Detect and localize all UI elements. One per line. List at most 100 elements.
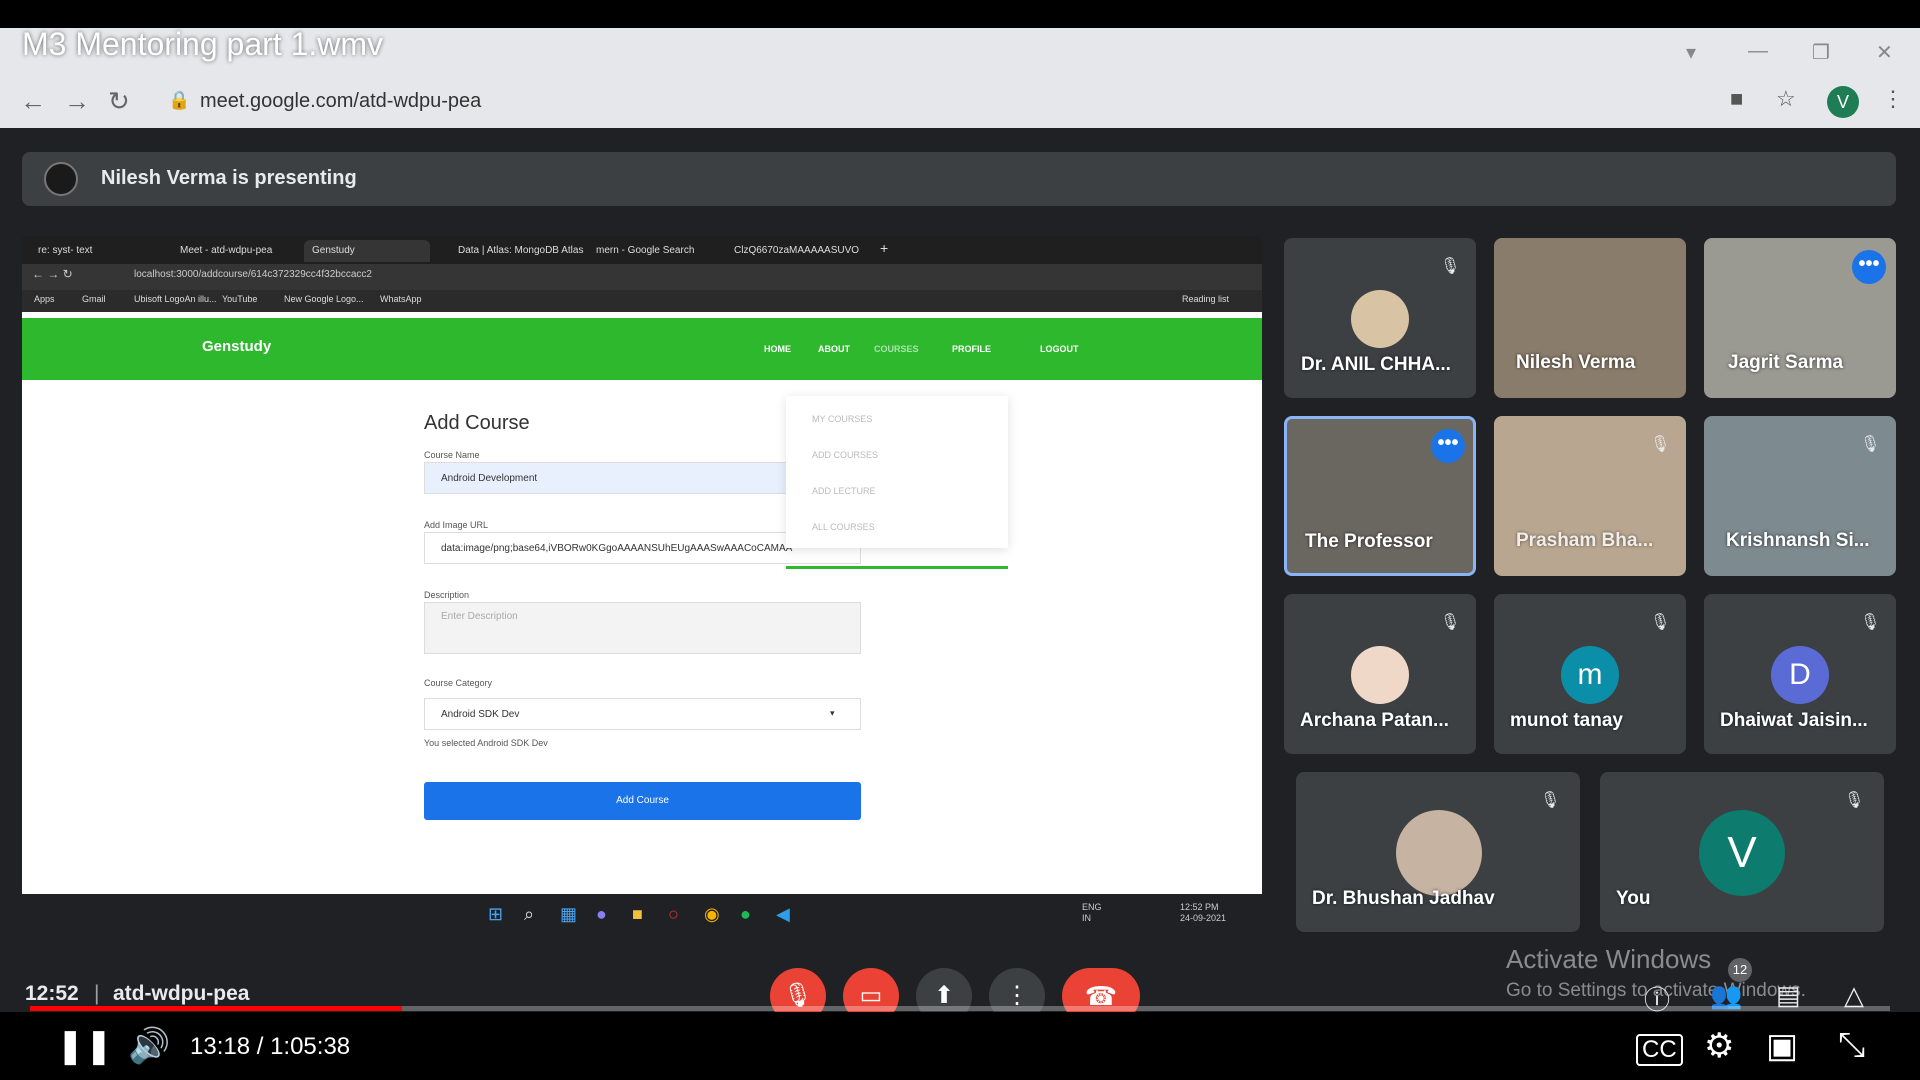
star-icon[interactable]: ☆ (1776, 86, 1796, 112)
more-options-icon[interactable]: ••• (1852, 250, 1886, 284)
chat-icon: ● (596, 904, 607, 924)
dropdown-item: ADD COURSES (812, 450, 879, 460)
video-title: M3 Mentoring part 1.wmv (22, 26, 384, 62)
participant-name: Dr. Bhushan Jadhav (1312, 888, 1495, 909)
participant-tile-active-speaker[interactable]: ••• The Professor (1284, 416, 1476, 576)
more-options-icon[interactable]: ••• (1431, 429, 1465, 463)
lock-icon: 🔒 (168, 90, 191, 110)
description-field: Enter Description (424, 602, 861, 654)
category-label: Course Category (424, 678, 493, 688)
bookmark: New Google Logo... (284, 294, 364, 304)
reload-icon[interactable]: ↻ (108, 86, 130, 117)
taskbar-date: 24-09-2021 (1180, 913, 1227, 923)
forward-icon[interactable]: → (64, 86, 90, 117)
activate-windows-title: Activate Windows (1506, 944, 1712, 974)
chrome-icon: ◉ (704, 904, 720, 924)
vscode-icon: ◀ (776, 904, 790, 924)
presenter-avatar (44, 162, 78, 196)
participant-name: Archana Patan... (1300, 710, 1449, 731)
participant-name: You (1616, 888, 1651, 909)
restore-icon[interactable]: ❐ (1812, 40, 1830, 65)
participant-tile-self[interactable]: V 🎙 You (1600, 772, 1884, 932)
bookmark: Ubisoft LogoAn illu... (134, 294, 217, 304)
bookmark: Gmail (82, 294, 106, 304)
meeting-code: atd-wdpu-pea (113, 982, 250, 1005)
participant-name: munot tanay (1510, 710, 1623, 731)
people-count-badge: 12 (1728, 958, 1752, 982)
participant-tile[interactable]: 🎙 Dr. Bhushan Jadhav (1296, 772, 1580, 932)
description-label: Description (424, 590, 470, 600)
image-url-label: Add Image URL (424, 520, 489, 530)
participant-name: The Professor (1305, 531, 1433, 552)
dropdown-item: ADD LECTURE (812, 486, 876, 496)
mic-off-icon: 🎙 (1860, 436, 1881, 453)
widgets-icon: ▦ (560, 904, 578, 924)
lang-line: IN (1082, 913, 1091, 923)
participant-avatar (1351, 290, 1409, 348)
mic-off-icon: 🎙 (1440, 614, 1461, 631)
inner-new-tab-icon: + (880, 240, 889, 256)
genstudy-nav-item: COURSES (874, 344, 919, 354)
category-note: You selected Android SDK Dev (424, 738, 548, 748)
url-text[interactable]: meet.google.com/atd-wdpu-pea (200, 90, 481, 113)
presenting-text: Nilesh Verma is presenting (101, 167, 357, 189)
inner-tab: Meet - atd-wdpu-pea (180, 245, 273, 256)
course-name-label: Course Name (424, 450, 480, 460)
back-icon[interactable]: ← (20, 86, 46, 117)
add-course-button: Add Course (424, 782, 861, 820)
inner-url: localhost:3000/addcourse/614c372329cc4f3… (134, 269, 372, 280)
minimize-icon[interactable]: — (1748, 40, 1768, 63)
taskbar-language: ENG IN (1082, 902, 1102, 924)
settings-icon[interactable]: ⚙ (1704, 1026, 1734, 1066)
participant-name: Dr. ANIL CHHA... (1301, 354, 1451, 375)
profile-avatar[interactable]: V (1827, 86, 1859, 118)
participant-tile[interactable]: 🎙 Archana Patan... (1284, 594, 1476, 754)
meeting-clock: 12:52 (25, 982, 79, 1005)
dropdown-underline (786, 566, 1008, 569)
inner-tab-active: Genstudy (304, 240, 430, 262)
close-icon[interactable]: ✕ (1876, 40, 1893, 65)
participant-name: Prasham Bha... (1516, 530, 1654, 551)
participant-avatar (1351, 646, 1409, 704)
reading-list: Reading list (1182, 294, 1230, 304)
search-icon: ⌕ (524, 904, 535, 924)
volume-icon[interactable]: 🔊 (128, 1026, 170, 1066)
inner-tab: ClzQ6670zaMAAAAASUVO (734, 245, 860, 256)
participant-tile[interactable]: 🎙 Krishnansh Si... (1704, 416, 1896, 576)
exit-fullscreen-icon[interactable]: ⤡ (1838, 1026, 1865, 1065)
pause-icon[interactable]: ❚❚ (56, 1026, 113, 1066)
inner-tab: re: syst- text (38, 245, 93, 256)
inner-back-icon: ← → ↻ (32, 267, 73, 281)
folder-icon: ■ (632, 904, 643, 924)
miniplayer-icon[interactable]: ▣ (1766, 1026, 1798, 1066)
genstudy-logo: Genstudy (202, 338, 272, 355)
participant-name: Nilesh Verma (1516, 352, 1636, 373)
select-caret-icon: ▾ (830, 708, 835, 718)
inner-tab: Data | Atlas: MongoDB Atlas (458, 245, 584, 256)
windows-start-icon: ⊞ (488, 904, 504, 924)
separator: | (94, 982, 100, 1005)
participant-tile[interactable]: m 🎙 munot tanay (1494, 594, 1686, 754)
participant-avatar: D (1771, 646, 1829, 704)
shared-screen: re: syst- text Meet - atd-wdpu-pea Genst… (22, 236, 1262, 894)
participant-name: Jagrit Sarma (1728, 352, 1844, 373)
captions-button[interactable]: CC (1636, 1034, 1683, 1066)
participant-tile[interactable]: ••• Jagrit Sarma (1704, 238, 1896, 398)
bookmark: YouTube (222, 294, 258, 304)
participant-tile[interactable]: 🎙 Dr. ANIL CHHA... (1284, 238, 1476, 398)
mic-off-icon: 🎙 (1650, 614, 1671, 631)
taskbar-clock: 12:52 PM 24-09-2021 (1180, 902, 1226, 924)
chevron-down-icon[interactable]: ▾ (1686, 40, 1696, 65)
camera-icon[interactable]: ■ (1730, 86, 1743, 112)
participant-tile[interactable]: D 🎙 Dhaiwat Jaisin... (1704, 594, 1896, 754)
mic-off-icon: 🎙 (1440, 258, 1461, 275)
participant-avatar (1396, 810, 1482, 896)
kebab-menu-icon[interactable]: ⋮ (1882, 86, 1904, 112)
dropdown-item: MY COURSES (812, 414, 873, 424)
genstudy-nav-item: HOME (764, 344, 791, 354)
participant-tile[interactable]: 🎙 Prasham Bha... (1494, 416, 1686, 576)
participant-tile[interactable]: Nilesh Verma (1494, 238, 1686, 398)
genstudy-nav-item: PROFILE (952, 344, 992, 354)
lang-line: ENG (1082, 902, 1102, 912)
inner-tab: mern - Google Search (596, 245, 695, 256)
